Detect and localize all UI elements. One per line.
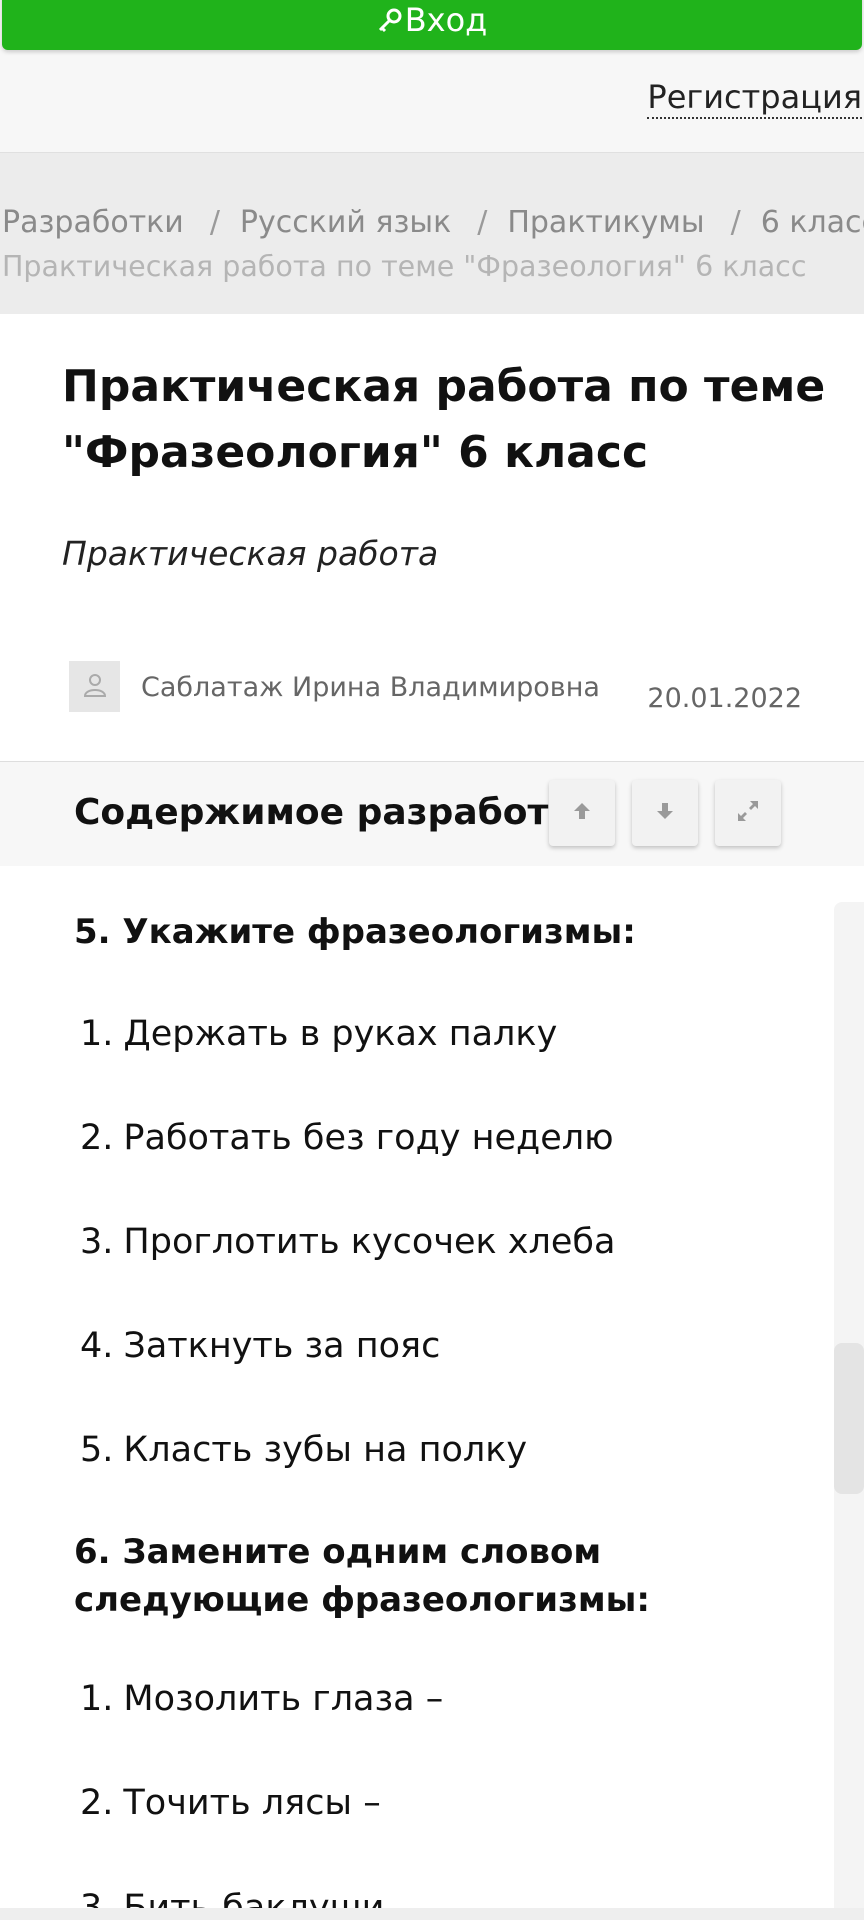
list-item-text: Проглотить кусочек хлеба — [123, 1222, 616, 1262]
breadcrumb: Разработки / Русский язык / Практикумы / 6 кла… — [0, 152, 864, 315]
list-item-text: Работать без году неделю — [123, 1118, 614, 1158]
scroll-up-button[interactable] — [549, 780, 615, 846]
page-subtitle: Практическая работа — [62, 534, 439, 573]
content-header: Содержимое разработки — [0, 761, 864, 867]
list-item-number: 1. — [80, 1014, 114, 1054]
list-item-text: Класть зубы на полку — [123, 1430, 528, 1470]
list-item: 3. Проглотить кусочек хлеба — [80, 1222, 615, 1262]
list-item: 2. Точить лясы – — [80, 1783, 381, 1823]
list-item-number: 2. — [80, 1783, 114, 1823]
scroll-down-button[interactable] — [632, 780, 698, 846]
publish-date: 20.01.2022 — [647, 683, 802, 714]
expand-icon — [735, 798, 761, 828]
register-link[interactable]: Регистрация — [647, 77, 862, 119]
breadcrumb-item-practicum[interactable]: Практикумы — [507, 205, 704, 240]
breadcrumb-separator: / — [730, 205, 741, 240]
list-item-number: 1. — [80, 1679, 114, 1719]
page-title: Практическая работа по теме "Фразеология… — [62, 361, 826, 478]
list-item-text: Заткнуть за пояс — [123, 1326, 441, 1366]
login-button[interactable]: Вход — [2, 0, 862, 50]
fullscreen-button[interactable] — [715, 780, 781, 846]
scrollbar-thumb[interactable] — [834, 1343, 864, 1494]
user-icon — [82, 672, 108, 702]
list-item: 1. Держать в руках палку — [80, 1014, 557, 1054]
login-label: Вход — [404, 1, 488, 39]
breadcrumb-item-razrabotki[interactable]: Разработки — [2, 205, 184, 240]
question-heading: 5. Укажите фразеологизмы: — [74, 912, 636, 952]
content-title: Содержимое разработки — [74, 792, 599, 833]
list-item-number: 3. — [80, 1222, 114, 1262]
article-header: Практическая работа по теме "Фразеология… — [0, 314, 864, 761]
breadcrumb-separator: / — [209, 205, 220, 240]
content-body: 5. Укажите фразеологизмы: 1. Держать в ру… — [0, 866, 864, 1920]
author-link[interactable]: Саблатаж Ирина Владимировна — [141, 672, 600, 703]
arrow-down-icon — [654, 800, 676, 826]
breadcrumb-trail: Разработки / Русский язык / Практикумы / 6 кла… — [2, 205, 864, 240]
list-item-text: Мозолить глаза – — [123, 1679, 444, 1719]
avatar[interactable] — [69, 661, 120, 712]
list-item-number: 5. — [80, 1430, 114, 1470]
breadcrumb-item-grade[interactable]: 6 класс — [761, 205, 864, 240]
breadcrumb-separator: / — [477, 205, 488, 240]
bottom-divider — [0, 1908, 864, 1920]
question-heading: 6. Замените одним словом следующие фразе… — [74, 1532, 651, 1620]
list-item: 5. Класть зубы на полку — [80, 1430, 527, 1470]
breadcrumb-current: Практическая работа по теме "Фразеология… — [2, 250, 807, 283]
list-item-text: Точить лясы – — [123, 1783, 381, 1823]
list-item: 1. Мозолить глаза – — [80, 1679, 443, 1719]
arrow-up-icon — [571, 800, 593, 826]
list-item: 4. Заткнуть за пояс — [80, 1326, 440, 1366]
list-item-number: 4. — [80, 1326, 114, 1366]
top-bar: Вход Регистрация — [0, 0, 864, 152]
list-item-text: Держать в руках палку — [123, 1014, 558, 1054]
list-item: 2. Работать без году неделю — [80, 1118, 614, 1158]
key-icon — [377, 3, 403, 33]
page: Вход Регистрация Разработки / Русский язык… — [0, 0, 864, 1920]
breadcrumb-item-russian[interactable]: Русский язык — [240, 205, 451, 240]
list-item-number: 2. — [80, 1118, 114, 1158]
